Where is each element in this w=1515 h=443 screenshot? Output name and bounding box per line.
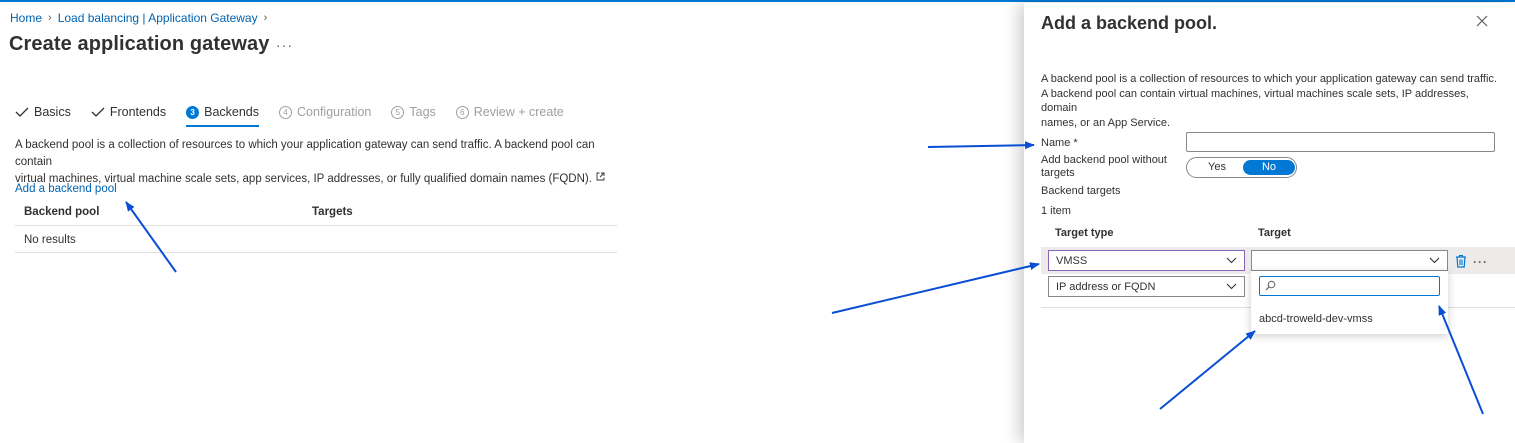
step-number-badge: 3 — [186, 105, 200, 119]
target-dropdown-menu: abcd-troweld-dev-vmss — [1251, 271, 1448, 334]
target-type-dropdown[interactable]: VMSS — [1048, 250, 1245, 271]
without-targets-line-1: Add backend pool without — [1041, 154, 1167, 166]
panel-description-line-2: A backend pool can contain virtual machi… — [1041, 87, 1469, 115]
arrow-to-target-type — [831, 262, 1040, 314]
add-backend-pool-link[interactable]: Add a backend pool — [15, 183, 117, 195]
step-number-badge: 5 — [391, 105, 405, 119]
item-count: 1 item — [1041, 205, 1071, 217]
close-icon[interactable] — [1476, 15, 1488, 27]
description-line-1: A backend pool is a collection of resour… — [15, 139, 595, 168]
tab-basics[interactable]: Basics — [15, 103, 71, 121]
step-number-badge: 4 — [279, 105, 293, 119]
row-more-options-button[interactable]: ··· — [1473, 255, 1488, 269]
column-header-target-type: Target type — [1055, 227, 1114, 239]
panel-title: Add a backend pool. — [1041, 13, 1218, 33]
step-number-badge: 6 — [455, 105, 469, 119]
without-targets-label: Add backend pool without targets — [1041, 154, 1167, 180]
breadcrumb-load-balancing[interactable]: Load balancing | Application Gateway — [58, 11, 258, 25]
chevron-down-icon — [1226, 257, 1237, 264]
chevron-down-icon — [1226, 283, 1237, 290]
more-options-button[interactable]: ··· — [276, 37, 293, 53]
target-type-value: VMSS — [1056, 255, 1088, 267]
panel-description-line-3: names, or an App Service. — [1041, 116, 1171, 129]
top-accent-line — [0, 0, 1515, 2]
tab-review-create-label: Review + create — [473, 105, 564, 119]
tab-tags-label: Tags — [409, 105, 436, 119]
tab-frontends[interactable]: Frontends — [91, 103, 166, 121]
arrow-to-name-field — [927, 141, 1035, 150]
chevron-right-icon: › — [263, 12, 268, 24]
name-label: Name * — [1041, 137, 1078, 149]
tab-backends-label: Backends — [204, 105, 260, 119]
target-type-dropdown-row-2[interactable]: IP address or FQDN — [1048, 276, 1245, 297]
column-header-targets: Targets — [312, 206, 353, 218]
tab-configuration-label: Configuration — [297, 105, 372, 119]
without-targets-line-2: targets — [1041, 167, 1075, 179]
target-search-input[interactable] — [1259, 276, 1440, 296]
add-backend-pool-panel: Add a backend pool. A backend pool is a … — [1024, 3, 1515, 443]
column-header-target: Target — [1258, 227, 1291, 239]
column-header-backend-pool: Backend pool — [24, 206, 100, 218]
toggle-yes-option[interactable]: Yes — [1208, 161, 1226, 173]
tab-configuration[interactable]: 4 Configuration — [279, 103, 371, 121]
chevron-down-icon — [1429, 257, 1440, 264]
panel-description-line-1: A backend pool is a collection of resour… — [1041, 73, 1497, 85]
delete-icon[interactable] — [1455, 254, 1467, 268]
search-icon — [1265, 280, 1276, 291]
empty-state-text: No results — [24, 234, 76, 246]
without-targets-toggle[interactable]: Yes No — [1186, 157, 1297, 178]
external-link-icon[interactable] — [596, 172, 605, 181]
backend-targets-label: Backend targets — [1041, 185, 1121, 197]
tab-tags[interactable]: 5 Tags — [391, 103, 436, 121]
breadcrumb: Home › Load balancing | Application Gate… — [10, 11, 273, 25]
tab-review-create[interactable]: 6 Review + create — [455, 103, 564, 121]
tab-backends[interactable]: 3 Backends — [186, 103, 260, 127]
page-title: Create application gateway — [9, 33, 270, 55]
name-field[interactable] — [1186, 132, 1495, 152]
table-row: No results — [15, 226, 617, 253]
backend-pool-table: Backend pool Targets No results — [15, 200, 617, 253]
breadcrumb-home[interactable]: Home — [10, 11, 42, 25]
tab-basics-label: Basics — [34, 105, 71, 119]
dropdown-option-vmss[interactable]: abcd-troweld-dev-vmss — [1259, 313, 1373, 325]
wizard-steps: Basics Frontends 3 Backends 4 Configurat… — [15, 103, 584, 127]
tab-frontends-label: Frontends — [109, 105, 167, 119]
target-dropdown[interactable] — [1251, 250, 1448, 271]
panel-description: A backend pool is a collection of resour… — [1041, 72, 1501, 130]
table-header: Backend pool Targets — [15, 200, 617, 226]
chevron-right-icon: › — [48, 12, 52, 24]
checkmark-icon — [91, 107, 105, 117]
toggle-no-option[interactable]: No — [1243, 160, 1295, 175]
checkmark-icon — [15, 107, 29, 117]
backends-description: A backend pool is a collection of resour… — [15, 137, 615, 188]
target-type-value-row-2: IP address or FQDN — [1056, 281, 1156, 293]
